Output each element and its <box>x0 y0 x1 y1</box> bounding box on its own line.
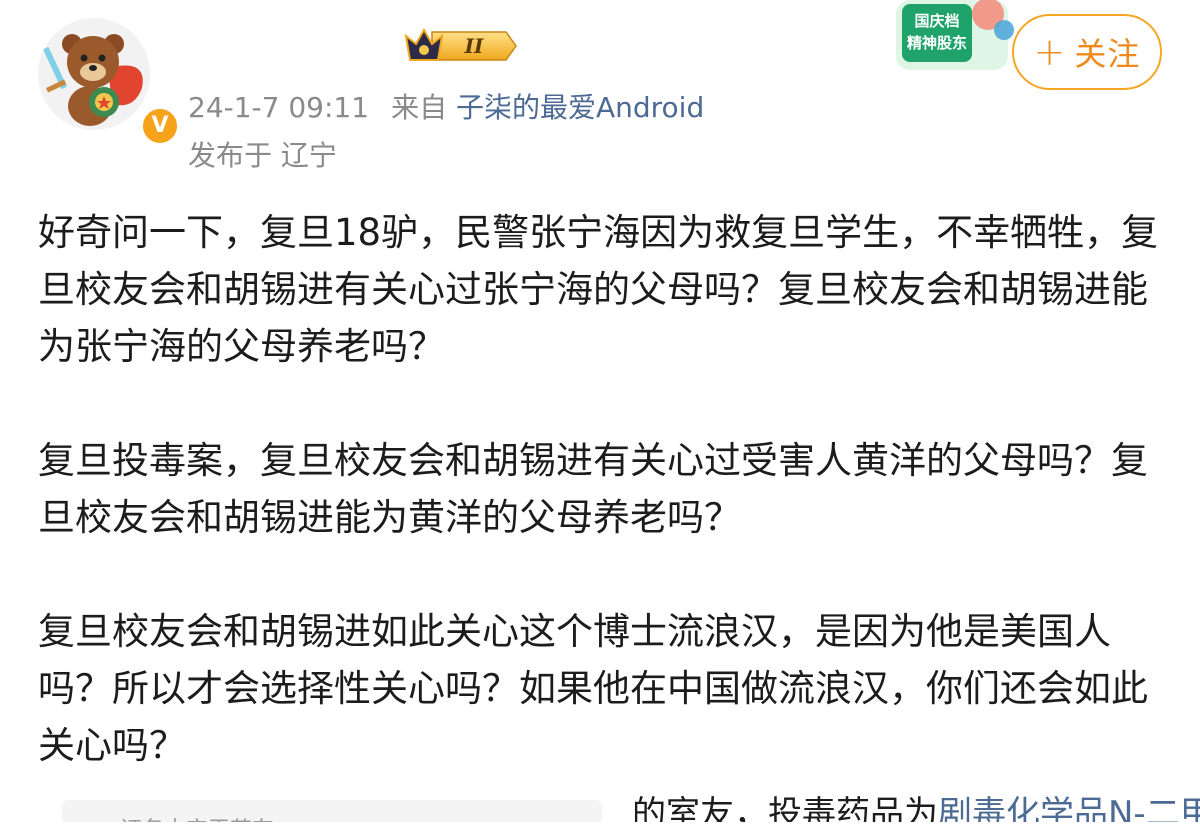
bear-hero-avatar-icon <box>38 18 150 130</box>
source-app-link[interactable]: 子柒的最爱Android <box>456 91 704 124</box>
svg-text:II: II <box>464 34 484 58</box>
crown-vip-icon: II <box>404 27 517 61</box>
follow-label: 关注 <box>1074 35 1141 73</box>
verified-v-icon: V <box>140 106 180 146</box>
vip-crown-badge[interactable]: II <box>402 22 518 68</box>
quoted-image-card[interactable]: 证务中宝王若东 <box>62 800 602 822</box>
svg-text:精神股东: 精神股东 <box>907 34 967 52</box>
post-paragraph: 复旦校友会和胡锡进如此关心这个博士流浪汉，是因为他是美国人吗？所以才会选择性关心… <box>38 610 1148 767</box>
post-location: 发布于 辽宁 <box>188 139 337 172</box>
avatar-container[interactable]: V <box>38 18 180 146</box>
follow-button[interactable]: + 关注 <box>1012 14 1162 90</box>
post-timestamp: 24-1-7 09:11 <box>188 91 370 124</box>
avatar[interactable] <box>38 18 150 130</box>
svg-text:国庆档: 国庆档 <box>914 12 959 30</box>
plus-icon: + <box>1033 30 1067 74</box>
post-paragraph: 复旦投毒案，复旦校友会和胡锡进有关心过受害人黄洋的父母吗？复旦校友会和胡锡进能为… <box>38 439 1148 539</box>
promo-sticker[interactable]: 国庆档 精神股东 <box>892 0 1020 86</box>
post-meta: 24-1-7 09:11 来自 子柒的最爱Android <box>188 86 704 126</box>
source-prefix: 来自 <box>391 91 448 124</box>
post-content: 好奇问一下，复旦18驴，民警张宁海因为救复旦学生，不幸牺牲，复旦校友会和胡锡进有… <box>38 204 1168 831</box>
quoted-content-strip[interactable]: 证务中宝王若东 的室友，投毒药品为剧毒化学品N-二甲 <box>0 788 1200 822</box>
quoted-text-link[interactable]: 剧毒化学品N-二甲 <box>938 794 1200 822</box>
promo-sticker-icon: 国庆档 精神股东 <box>896 0 1014 70</box>
quoted-text-plain: 的室友，投毒药品为 <box>632 794 938 822</box>
quoted-image-caption: 证务中宝王若东 <box>120 812 274 822</box>
quoted-text: 的室友，投毒药品为剧毒化学品N-二甲 <box>632 788 1200 822</box>
post-paragraph: 好奇问一下，复旦18驴，民警张宁海因为救复旦学生，不幸牺牲，复旦校友会和胡锡进有… <box>38 211 1159 368</box>
